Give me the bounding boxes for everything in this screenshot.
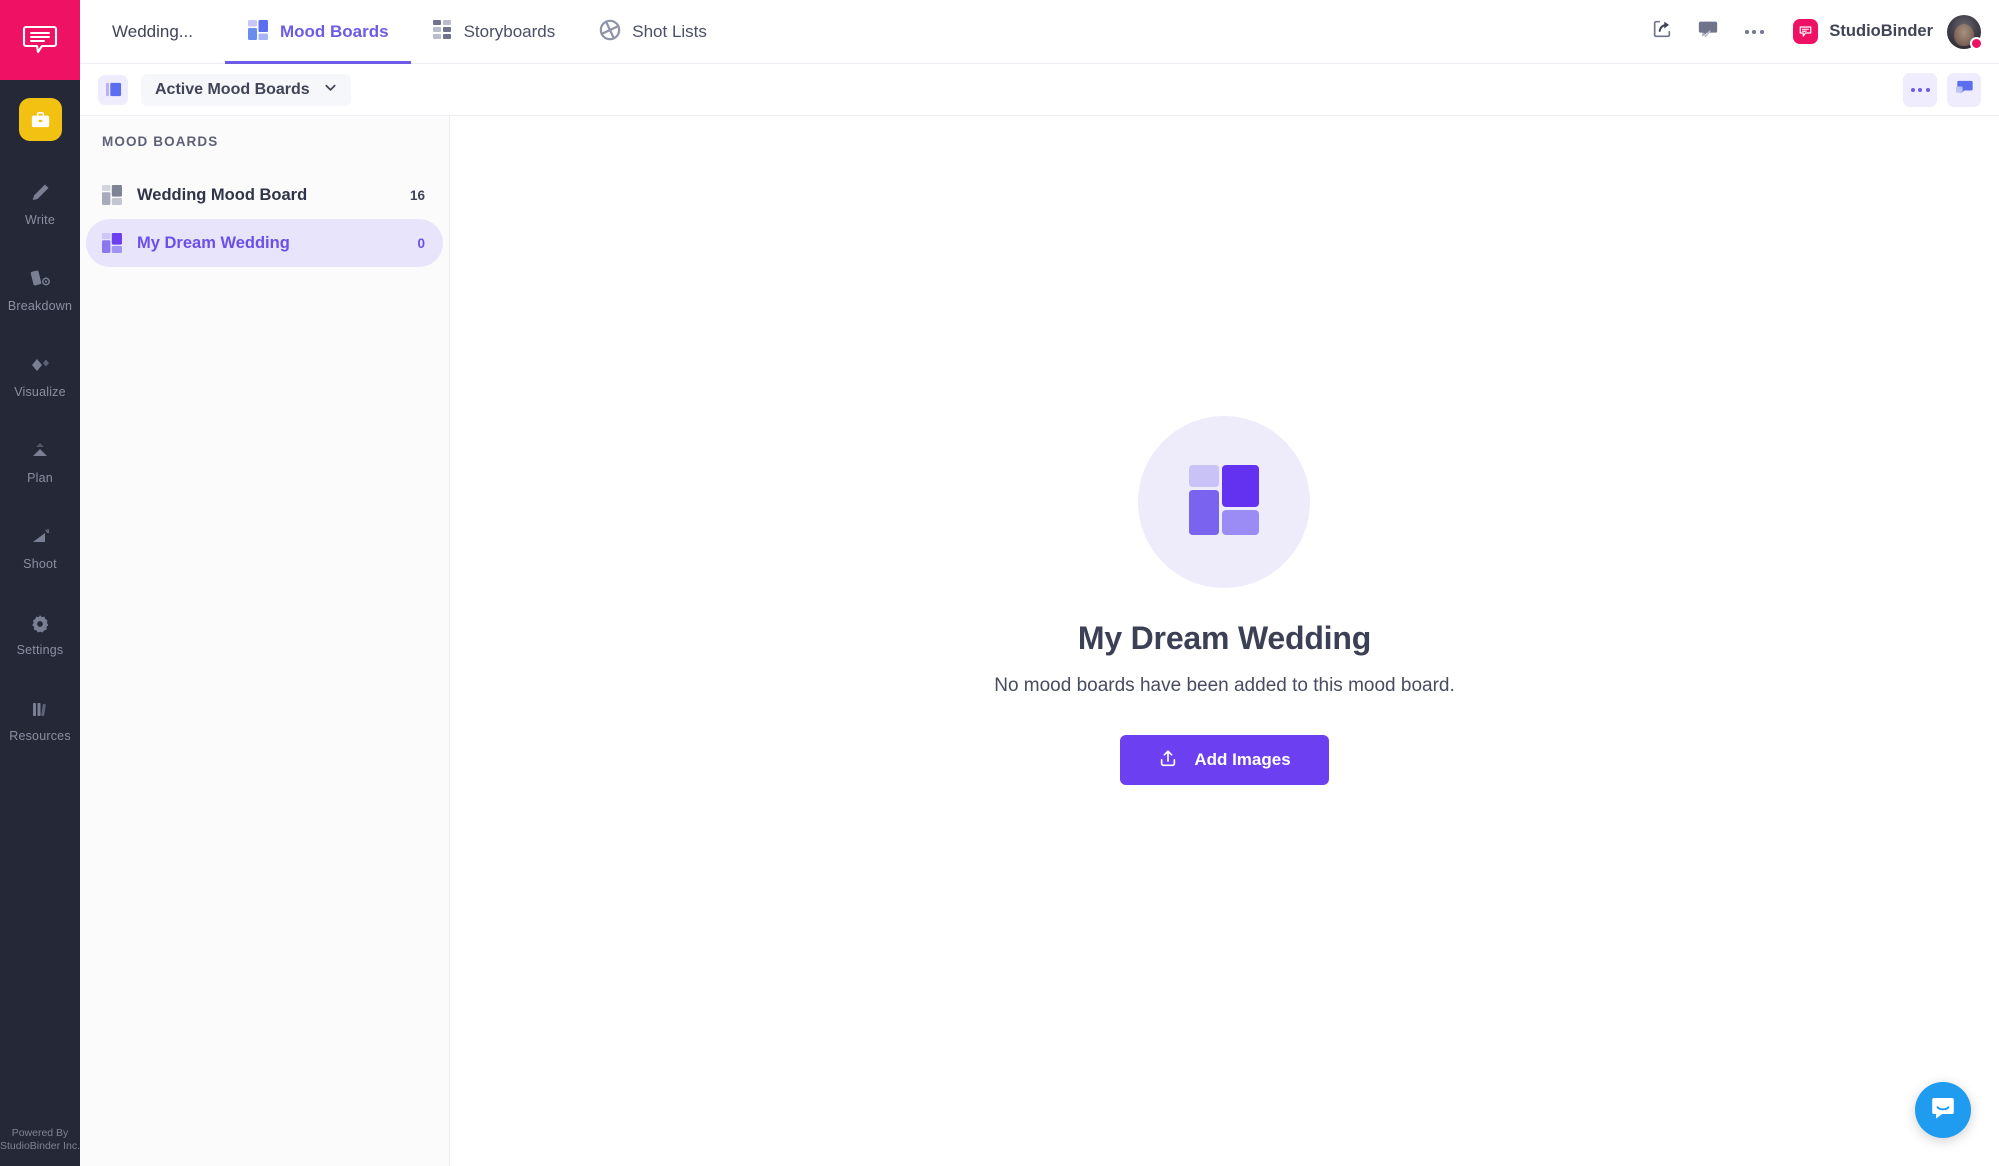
diamond-visualize-icon	[27, 351, 53, 377]
list-item-label: Wedding Mood Board	[137, 185, 308, 204]
upload-icon	[1158, 748, 1178, 773]
books-resources-icon	[27, 695, 53, 721]
powered-by-line-2: StudioBinder Inc.	[0, 1140, 80, 1152]
studiobinder-mark	[1793, 19, 1819, 44]
share-arrow-icon	[1651, 18, 1673, 45]
sidebar-item-label: Resources	[9, 729, 71, 743]
tab-shot-lists[interactable]: Shot Lists	[577, 0, 729, 64]
tab-label: Storyboards	[463, 22, 556, 41]
tab-label: Mood Boards	[279, 22, 389, 41]
tab-mood-boards[interactable]: Mood Boards	[224, 0, 411, 64]
script-breakdown-icon	[27, 265, 53, 291]
clapper-shoot-icon	[27, 523, 53, 549]
briefcase-icon	[31, 112, 49, 128]
tab-project-name[interactable]: Wedding...	[98, 0, 225, 64]
mood-board-icon	[247, 19, 269, 46]
chevron-down-icon	[323, 80, 338, 100]
sidebar-item-plan[interactable]: Plan	[0, 437, 80, 485]
add-images-label: Add Images	[1194, 750, 1291, 769]
project-icon-button[interactable]	[18, 98, 62, 141]
powered-by-line-1: Powered By	[11, 1127, 69, 1139]
mood-board-grey-icon	[102, 185, 122, 205]
add-images-button[interactable]: Add Images	[1120, 735, 1329, 785]
tab-label: Wedding...	[112, 22, 193, 41]
intercom-chat-icon	[1929, 1094, 1957, 1127]
speech-bubble-logo-icon	[22, 25, 58, 54]
empty-state-message: No mood boards have been added to this m…	[994, 675, 1455, 696]
layout-panel-button[interactable]	[1947, 72, 1981, 107]
comment-approve-button[interactable]	[1685, 9, 1731, 55]
sub-toolbar: Active Mood Boards	[80, 64, 1999, 116]
gear-icon	[29, 609, 51, 635]
app-container: Wedding... Mood Boards Storyboards Shot …	[80, 0, 1999, 1166]
mood-board-small-icon	[98, 74, 128, 105]
list-item-count: 0	[417, 235, 425, 251]
comment-approve-icon	[1696, 18, 1720, 45]
sidebar-item-breakdown[interactable]: Breakdown	[0, 265, 80, 313]
content-body: MOOD BOARDS Wedding Mood Board 16 My Dre…	[80, 116, 1999, 1166]
brand-name-label: StudioBinder	[1829, 22, 1933, 40]
view-select-label: Active Mood Boards	[155, 80, 310, 98]
sidebar-item-label: Visualize	[14, 385, 66, 399]
sidebar-item-label: Write	[25, 213, 55, 227]
avatar-status-dot	[1970, 36, 1983, 50]
intercom-chat-button[interactable]	[1915, 1082, 1971, 1138]
more-horizontal-icon	[1744, 29, 1764, 34]
pencil-icon	[28, 179, 52, 205]
empty-state: My Dream Wedding No mood boards have bee…	[994, 416, 1455, 785]
list-item-count: 16	[409, 187, 425, 203]
page-title: My Dream Wedding	[1077, 620, 1372, 656]
empty-state-illustration	[1138, 416, 1311, 588]
mood-board-purple-icon	[102, 233, 122, 253]
storyboard-grid-icon	[432, 19, 453, 45]
sidebar-item-write[interactable]: Write	[0, 179, 80, 227]
sidebar-item-visualize[interactable]: Visualize	[0, 351, 80, 399]
list-item[interactable]: Wedding Mood Board 16	[86, 171, 443, 219]
tab-storyboards[interactable]: Storyboards	[411, 0, 578, 64]
sidebar-item-label: Plan	[27, 471, 53, 485]
top-tab-bar: Wedding... Mood Boards Storyboards Shot …	[80, 0, 1999, 64]
sub-more-button[interactable]	[1903, 72, 1937, 107]
sidebar-item-shoot[interactable]: Shoot	[0, 523, 80, 571]
user-avatar-button[interactable]	[1947, 14, 1983, 50]
studiobinder-logo[interactable]	[0, 0, 80, 80]
top-bar-actions: StudioBinder	[1639, 0, 1999, 63]
left-nav-rail: Write Breakdown Visualize Plan Shoot Set…	[0, 0, 80, 1166]
active-mood-boards-select[interactable]: Active Mood Boards	[141, 73, 351, 106]
mood-boards-sidebar: MOOD BOARDS Wedding Mood Board 16 My Dre…	[80, 116, 450, 1166]
sidebar-section-title: MOOD BOARDS	[102, 134, 219, 149]
more-horizontal-icon	[1910, 87, 1930, 92]
sub-toolbar-actions	[1903, 72, 1981, 107]
sidebar-item-label: Settings	[16, 643, 64, 657]
mood-board-large-icon	[1189, 464, 1260, 540]
sidebar-item-settings[interactable]: Settings	[0, 609, 80, 657]
brand-account[interactable]: StudioBinder	[1793, 19, 1933, 44]
aperture-icon	[599, 19, 621, 46]
calendar-plan-icon	[27, 437, 53, 463]
share-button[interactable]	[1639, 9, 1685, 55]
list-item-label: My Dream Wedding	[137, 233, 290, 252]
sidebar-item-label: Breakdown	[7, 299, 73, 313]
sidebar-item-resources[interactable]: Resources	[0, 695, 80, 743]
tab-label: Shot Lists	[632, 22, 707, 41]
layout-panel-icon	[1955, 78, 1974, 101]
main-content: My Dream Wedding No mood boards have bee…	[450, 116, 1999, 1166]
sidebar-item-label: Shoot	[23, 557, 57, 571]
powered-by-footer: Powered By StudioBinder Inc.	[0, 1127, 80, 1153]
list-item[interactable]: My Dream Wedding 0	[86, 219, 443, 267]
top-more-button[interactable]	[1731, 9, 1777, 55]
tab-list: Wedding... Mood Boards Storyboards Shot …	[98, 0, 729, 64]
